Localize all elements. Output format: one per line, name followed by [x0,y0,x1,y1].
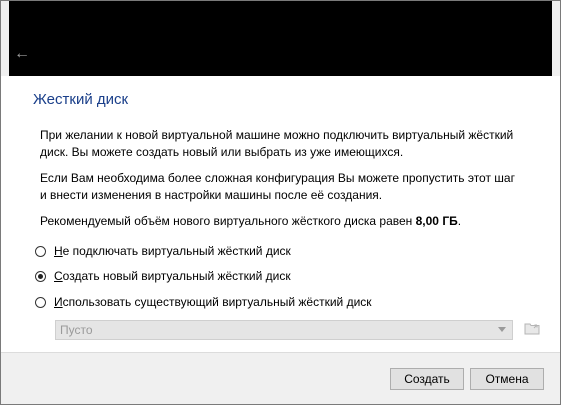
window-border-left [1,1,9,76]
recommended-size-text: Рекомендуемый объём нового виртуального … [40,214,416,228]
advanced-paragraph: Если Вам необходима более сложная конфиг… [40,171,515,202]
title-bar: ← [1,1,560,76]
page-title: Жесткий диск [33,91,129,108]
button-bar: Создать Отмена [1,352,560,404]
cancel-button[interactable]: Отмена [470,368,544,390]
recommended-size-value: 8,00 ГБ [415,214,458,228]
wizard-content: Жесткий диск При желании к новой виртуал… [1,76,560,404]
create-button[interactable]: Создать [390,368,464,390]
radio-button-create-new[interactable] [35,270,46,282]
folder-icon[interactable] [522,320,542,340]
radio-use-existing[interactable]: Использовать существующий виртуальный жё… [35,294,372,310]
radio-label-no-disk: Не подключать виртуальный жёсткий диск [54,244,291,258]
radio-no-disk[interactable]: Не подключать виртуальный жёсткий диск [35,243,291,259]
radio-label-use-existing: Использовать существующий виртуальный жё… [54,295,372,309]
back-arrow-icon[interactable]: ← [14,46,30,62]
existing-disk-select-value: Пусто [60,323,93,337]
radio-button-no-disk[interactable] [35,245,46,257]
radio-label-create-new: Создать новый виртуальный жёсткий диск [54,269,291,283]
recommended-size-suffix: . [457,214,462,228]
radio-button-use-existing[interactable] [35,296,46,308]
radio-create-new[interactable]: Создать новый виртуальный жёсткий диск [35,268,291,284]
wizard-window: ← Жесткий диск При желании к новой вирту… [0,0,561,405]
chevron-down-icon [498,327,506,332]
description-paragraph: При желании к новой виртуальной машине м… [40,128,514,159]
existing-disk-select[interactable]: Пусто [55,320,513,340]
window-border-right [552,1,560,76]
recommended-size-paragraph: Рекомендуемый объём нового виртуального … [40,213,520,230]
